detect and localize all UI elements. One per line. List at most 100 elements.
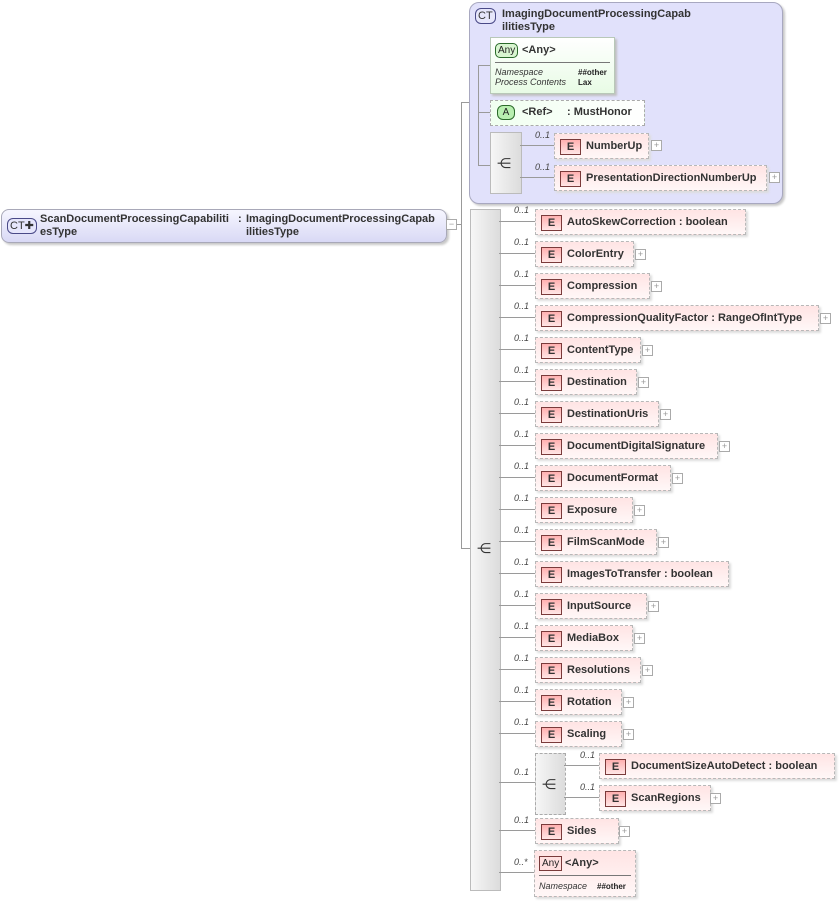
element-label: Rotation xyxy=(567,696,612,708)
element-icon: E xyxy=(541,343,562,359)
element-exposure[interactable]: E Exposure xyxy=(535,497,633,523)
expand-button[interactable]: + xyxy=(651,140,662,151)
element-compressionqualityfactor[interactable]: E CompressionQualityFactor : RangeOfIntTy… xyxy=(535,305,819,331)
occurs-label: 0..1 xyxy=(514,589,530,599)
element-filmscanmode[interactable]: E FilmScanMode xyxy=(535,529,657,555)
expand-button[interactable]: + xyxy=(672,473,683,484)
element-scanregions[interactable]: E ScanRegions xyxy=(599,785,711,811)
expand-button[interactable]: + xyxy=(634,633,645,644)
any-icon: Any xyxy=(539,856,563,871)
element-presentationdirectionnumberup[interactable]: E PresentationDirectionNumberUp xyxy=(554,165,767,191)
occurs-label: 0..1 xyxy=(514,397,530,407)
any-wildcard-bottom[interactable]: Any <Any> Namespace ##other xyxy=(534,850,636,897)
element-imagestotransfer[interactable]: E ImagesToTransfer : boolean xyxy=(535,561,729,587)
expand-button[interactable]: + xyxy=(635,249,646,260)
any-wildcard-box[interactable]: Any <Any> Namespace ##other Process Cont… xyxy=(490,37,615,94)
prop-value: ##other xyxy=(578,68,607,77)
expand-button[interactable]: + xyxy=(642,665,653,676)
element-contenttype[interactable]: E ContentType xyxy=(535,337,641,363)
occurs-label: 0..1 xyxy=(514,461,530,471)
connector xyxy=(499,285,535,286)
element-mediabox[interactable]: E MediaBox xyxy=(535,625,633,651)
connector xyxy=(564,765,599,766)
expand-button[interactable]: + xyxy=(710,793,721,804)
element-numberup[interactable]: E NumberUp xyxy=(554,133,649,159)
element-compression[interactable]: E Compression xyxy=(535,273,650,299)
any-label: <Any> xyxy=(565,857,599,869)
connector xyxy=(499,872,535,873)
element-label: DestinationUris xyxy=(567,408,649,420)
expand-button[interactable]: + xyxy=(769,172,780,183)
element-label: Destination xyxy=(567,376,627,388)
connector xyxy=(478,65,490,66)
element-label: DocumentFormat xyxy=(567,472,659,484)
connector xyxy=(478,112,490,113)
prop-key: Namespace xyxy=(539,881,588,891)
element-label: Resolutions xyxy=(567,664,630,676)
expand-button[interactable]: + xyxy=(719,441,730,452)
element-scaling[interactable]: E Scaling xyxy=(535,721,622,747)
element-label: PresentationDirectionNumberUp xyxy=(586,172,757,184)
expand-button[interactable]: + xyxy=(623,697,634,708)
attribute-ref[interactable]: A <Ref> : MustHonor xyxy=(490,100,645,126)
expand-button[interactable]: + xyxy=(642,345,653,356)
element-colorentry[interactable]: E ColorEntry xyxy=(535,241,634,267)
element-inputsource[interactable]: E InputSource xyxy=(535,593,647,619)
connector xyxy=(520,145,554,146)
element-rotation[interactable]: E Rotation xyxy=(535,689,622,715)
occurs-label: 0..* xyxy=(514,857,528,867)
connector xyxy=(499,253,535,254)
occurs-label: 0..1 xyxy=(514,237,530,247)
connector xyxy=(499,541,535,542)
element-destination[interactable]: E Destination xyxy=(535,369,637,395)
expand-button[interactable]: + xyxy=(651,281,662,292)
element-icon: E xyxy=(541,727,562,743)
element-documentsizeautodetect[interactable]: E DocumentSizeAutoDetect : boolean xyxy=(599,753,835,779)
element-icon: E xyxy=(541,247,562,263)
occurs-label: 0..1 xyxy=(514,493,530,503)
occurs-label: 0..1 xyxy=(514,301,530,311)
element-autoskewcorrection[interactable]: E AutoSkewCorrection : boolean xyxy=(535,209,746,235)
type-separator: : xyxy=(238,213,242,225)
element-documentformat[interactable]: E DocumentFormat xyxy=(535,465,671,491)
attribute-icon: A xyxy=(497,105,515,120)
attribute-type: : MustHonor xyxy=(567,106,632,118)
expand-button[interactable]: + xyxy=(638,377,649,388)
expand-button[interactable]: + xyxy=(820,313,831,324)
element-resolutions[interactable]: E Resolutions xyxy=(535,657,641,683)
prop-value: ##other xyxy=(597,882,626,891)
expand-button[interactable]: + xyxy=(658,537,669,548)
root-complex-type[interactable]: CT✚ ScanDocumentProcessingCapabiliti esTy… xyxy=(1,209,447,243)
connector xyxy=(499,637,535,638)
prop-value: Lax xyxy=(578,78,592,87)
element-icon: E xyxy=(541,535,562,551)
element-icon: E xyxy=(541,311,562,327)
occurs-label: 0..1 xyxy=(535,130,551,140)
expand-button[interactable]: + xyxy=(660,409,671,420)
connector xyxy=(499,701,535,702)
connector xyxy=(461,102,462,548)
expand-button[interactable]: + xyxy=(619,826,630,837)
element-icon: E xyxy=(560,139,581,155)
root-base-type: ImagingDocumentProcessingCapab ilitiesTyp… xyxy=(246,213,435,238)
occurs-label: 0..1 xyxy=(514,269,530,279)
occurs-label: 0..1 xyxy=(514,621,530,631)
element-sides[interactable]: E Sides xyxy=(535,818,619,844)
element-documentdigitalsignature[interactable]: E DocumentDigitalSignature xyxy=(535,433,718,459)
element-label: CompressionQualityFactor : RangeOfIntTyp… xyxy=(567,312,803,324)
expand-button[interactable]: + xyxy=(623,729,634,740)
expand-button[interactable]: + xyxy=(634,505,645,516)
main-sequence-compositor[interactable]: ⋲ xyxy=(470,209,501,891)
sequence-compositor[interactable]: ⋲ xyxy=(490,132,522,194)
connector xyxy=(499,782,535,783)
element-destinationuris[interactable]: E DestinationUris xyxy=(535,401,659,427)
collapse-button[interactable]: − xyxy=(446,219,457,230)
expand-button[interactable]: + xyxy=(648,601,659,612)
element-label: ContentType xyxy=(567,344,634,356)
element-icon: E xyxy=(541,631,562,647)
occurs-label: 0..1 xyxy=(514,717,530,727)
element-label: DocumentSizeAutoDetect : boolean xyxy=(631,760,818,772)
element-label: Scaling xyxy=(567,728,607,740)
inner-sequence-compositor[interactable]: ⋲ xyxy=(535,753,566,815)
connector xyxy=(478,65,479,165)
